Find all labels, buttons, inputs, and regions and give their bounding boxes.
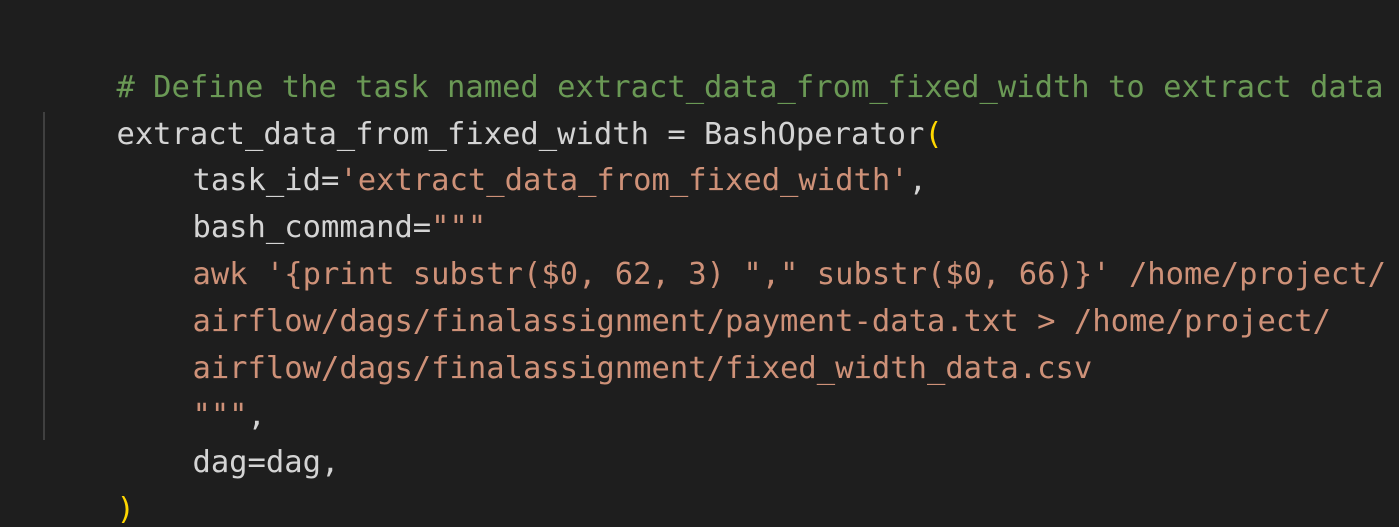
code-editor[interactable]: # Define the task named extract_data_fro…: [0, 0, 1399, 527]
awk-line-3: airflow/dags/finalassignment/fixed_width…: [192, 351, 1093, 386]
code-line-bash-close: """,: [43, 347, 265, 433]
code-line-awk-2: airflow/dags/finalassignment/payment-dat…: [43, 253, 1330, 339]
code-line-comment: # Define the task named extract_data_fro…: [43, 19, 1383, 105]
code-line-dag: dag=dag,: [43, 394, 339, 480]
open-paren: (: [924, 117, 943, 152]
close-paren: ): [116, 492, 135, 527]
code-line-assignment: extract_data_from_fixed_width = BashOper…: [43, 66, 942, 152]
dag-argument: dag=dag,: [192, 445, 340, 480]
code-line-awk-1: awk '{print substr($0, 62, 3) "," substr…: [43, 206, 1386, 292]
code-line-awk-3: airflow/dags/finalassignment/fixed_width…: [43, 300, 1092, 386]
code-line-task-id: task_id='extract_data_from_fixed_width',: [43, 112, 927, 198]
code-line-close: ): [43, 441, 134, 527]
code-line-bash-command: bash_command=""": [43, 159, 486, 245]
task-id-comma: ,: [908, 163, 927, 198]
